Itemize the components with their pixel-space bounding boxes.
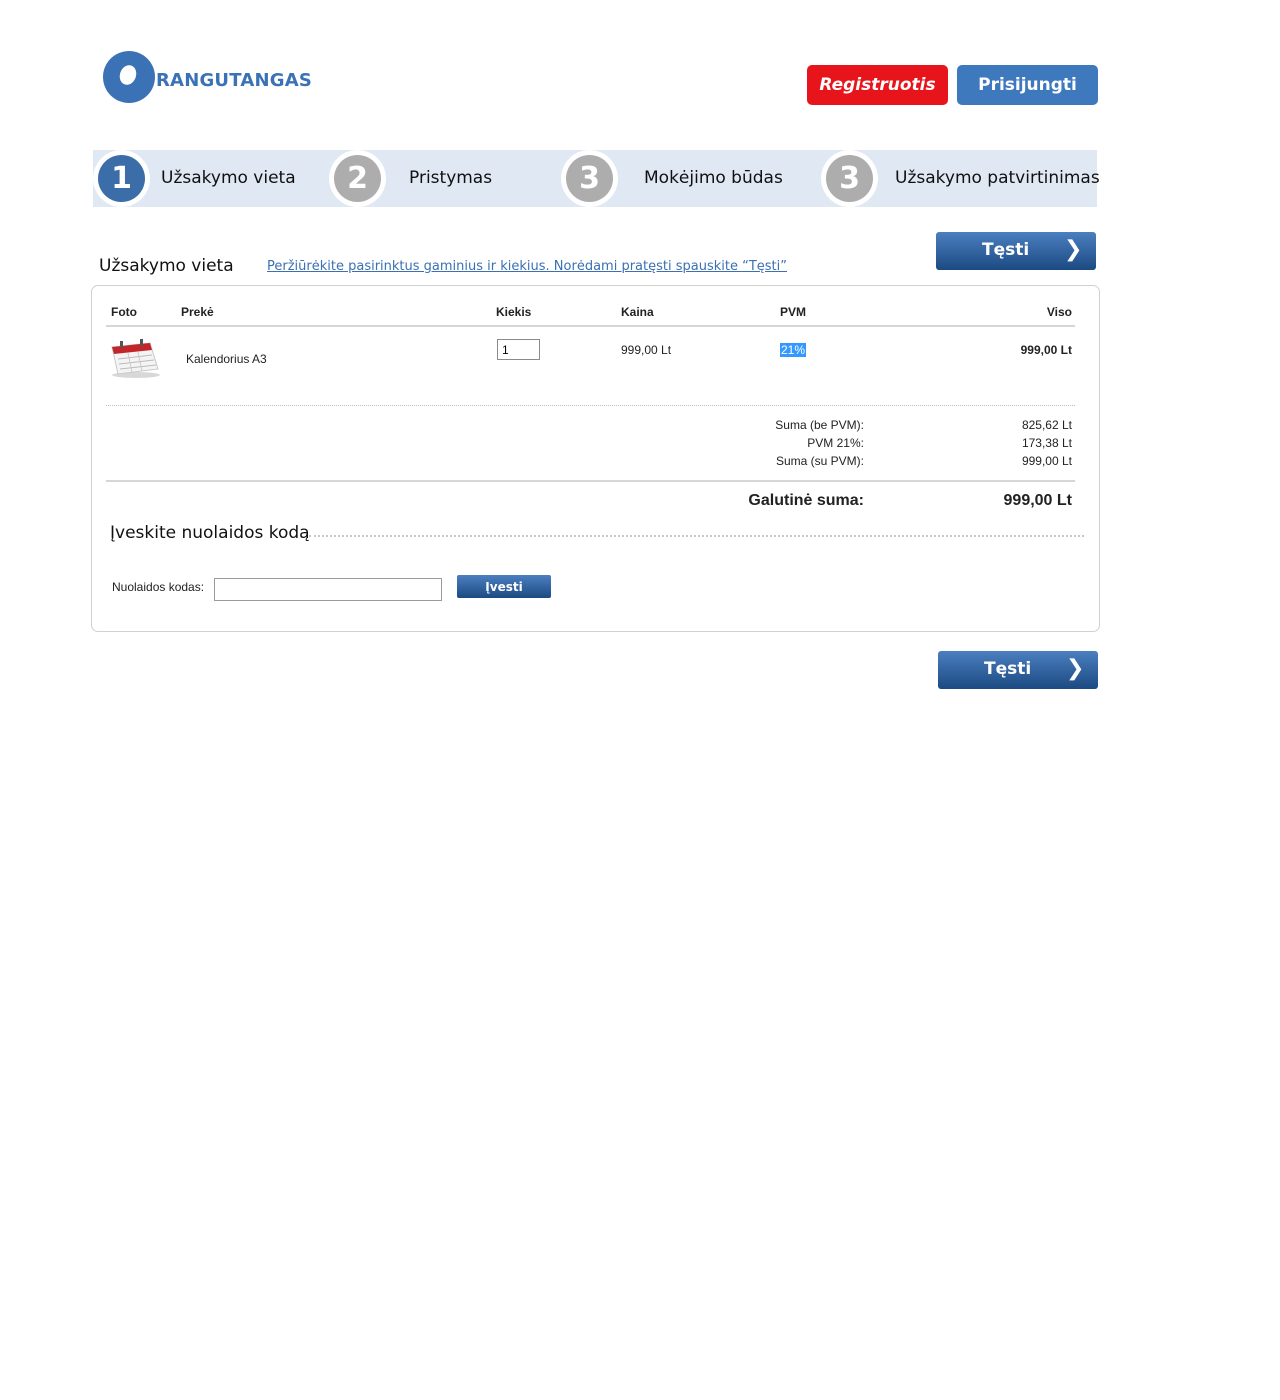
logo-mark-icon <box>103 51 155 103</box>
discount-title: Įveskite nuolaidos kodą <box>110 523 310 543</box>
step-1-badge: 1 <box>93 150 150 207</box>
col-header-total: Viso <box>1046 305 1072 319</box>
step-3-badge: 3 <box>561 150 618 207</box>
product-name: Kalendorius A3 <box>186 352 267 366</box>
step-4-badge: 3 <box>821 150 878 207</box>
col-header-price: Kaina <box>621 305 654 319</box>
grand-total-value: 999,00 Lt <box>1003 492 1072 509</box>
logo-text: RANGUTANGAS <box>156 70 312 91</box>
row-divider <box>106 405 1075 406</box>
summary-divider <box>106 480 1075 482</box>
instructions-link[interactable]: Peržiūrėkite pasirinktus gaminius ir kie… <box>267 259 787 274</box>
summary-net-value: 825,62 Lt <box>1021 418 1072 432</box>
discount-code-label: Nuolaidos kodas: <box>112 580 205 594</box>
product-total: 999,00 Lt <box>1020 343 1072 357</box>
continue-button-top[interactable]: Tęsti ❯ <box>936 232 1096 270</box>
product-vat-value: 21% <box>780 343 807 357</box>
col-header-qty: Kiekis <box>496 305 532 319</box>
step-1-number: 1 <box>98 155 145 202</box>
summary-vat-label: PVM 21%: <box>807 436 864 450</box>
grand-total-label: Galutinė suma: <box>748 492 864 509</box>
summary-net-label: Suma (be PVM): <box>775 418 864 432</box>
summary-gross-value: 999,00 Lt <box>1021 454 1072 468</box>
step-1-label: Užsakymo vieta <box>161 168 296 188</box>
header-divider <box>106 325 1075 327</box>
product-vat: 21% <box>780 343 807 357</box>
step-2-label: Pristymas <box>409 168 493 188</box>
register-button[interactable]: Registruotis <box>807 65 948 105</box>
col-header-vat: PVM <box>780 305 807 319</box>
col-header-photo: Foto <box>111 305 137 319</box>
apply-discount-button[interactable]: Įvesti <box>457 575 551 598</box>
discount-code-input[interactable] <box>214 578 442 601</box>
quantity-input[interactable] <box>497 339 540 360</box>
login-button[interactable]: Prisijungti <box>957 65 1098 105</box>
section-title: Užsakymo vieta <box>99 256 234 276</box>
step-2-badge: 2 <box>329 150 386 207</box>
continue-button-label: Tęsti <box>984 659 1032 679</box>
continue-button-label: Tęsti <box>982 240 1030 260</box>
step-3-number: 3 <box>566 155 613 202</box>
step-3-label: Mokėjimo būdas <box>644 168 783 188</box>
continue-button-bottom[interactable]: Tęsti ❯ <box>938 651 1098 689</box>
chevron-right-icon: ❯ <box>1066 656 1085 681</box>
step-4-number: 3 <box>826 155 873 202</box>
summary-gross-label: Suma (su PVM): <box>775 454 864 468</box>
logo[interactable]: RANGUTANGAS <box>103 50 312 106</box>
summary-vat-value: 173,38 Lt <box>1021 436 1072 450</box>
step-2-number: 2 <box>334 155 381 202</box>
product-price: 999,00 Lt <box>621 343 672 357</box>
discount-divider <box>309 535 1084 537</box>
cart-panel: Foto Prekė Kiekis Kaina PVM Viso Kalendo… <box>91 285 1100 632</box>
chevron-right-icon: ❯ <box>1064 237 1083 262</box>
step-4-label: Užsakymo patvirtinimas <box>895 168 1100 188</box>
col-header-product: Prekė <box>181 305 214 319</box>
calendar-product-image[interactable] <box>106 339 162 379</box>
checkout-steps: 1 Užsakymo vieta 2 Pristymas 3 Mokėjimo … <box>93 150 1100 207</box>
